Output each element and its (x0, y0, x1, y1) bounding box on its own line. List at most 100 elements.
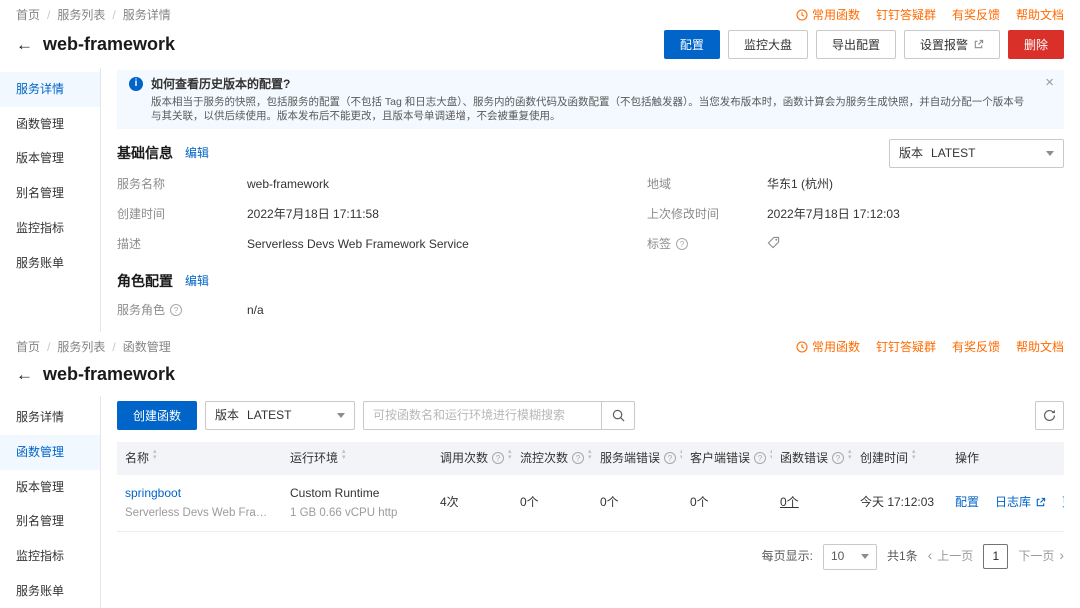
created-value: 今天 17:12:03 (852, 474, 947, 532)
monitor-dashboard-button[interactable]: 监控大盘 (727, 29, 808, 59)
info-banner: 如何查看历史版本的配置? 版本相当于服务的快照，包括服务的配置（不包括 Tag … (117, 69, 1064, 129)
sort-icon[interactable] (848, 452, 852, 464)
banner-body: 如何查看历史版本的配置? 版本相当于服务的快照，包括服务的配置（不包括 Tag … (151, 76, 1034, 123)
sidebar-item-billing[interactable]: 服务账单 (0, 574, 100, 608)
row-more-link[interactable]: 更多 (1062, 494, 1064, 511)
sort-icon[interactable] (342, 452, 346, 464)
col-throttles: 流控次数 (520, 450, 569, 465)
sidebar-item-alias-manage[interactable]: 别名管理 (0, 176, 100, 211)
runtime-sub: 1 GB 0.66 vCPU http (290, 506, 398, 519)
version-select[interactable]: 版本 LATEST (889, 138, 1064, 168)
row-logstore-link[interactable]: 日志库 (995, 494, 1046, 511)
search-input[interactable] (363, 400, 602, 430)
col-name: 名称 (125, 450, 150, 465)
refresh-button[interactable] (1035, 400, 1064, 430)
sort-icon[interactable] (680, 452, 682, 464)
topbar: 首页 服务列表 服务详情 常用函数 钉钉答疑群 有奖反馈 帮助文档 (0, 0, 1080, 28)
sidebar-item-function-manage[interactable]: 函数管理 (0, 434, 100, 470)
docs-link[interactable]: 帮助文档 (1016, 339, 1064, 356)
tag-icon (767, 236, 780, 249)
page-title: web-framework (43, 363, 176, 384)
help-icon (676, 238, 689, 251)
feedback-link[interactable]: 有奖反馈 (952, 7, 1000, 24)
tags-label: 标签 (647, 230, 767, 260)
basic-info-edit-link[interactable]: 编辑 (185, 145, 209, 162)
version-select-value: LATEST (931, 146, 976, 161)
feedback-link[interactable]: 有奖反馈 (952, 339, 1000, 356)
description-value: Serverless Devs Web Framework Service (247, 237, 469, 252)
back-arrow-icon[interactable] (16, 36, 33, 53)
common-functions-link[interactable]: 常用函数 (796, 7, 860, 24)
total-count: 共1条 (886, 549, 918, 564)
sidebar-item-function-manage[interactable]: 函数管理 (0, 107, 100, 142)
col-function-errors: 函数错误 (780, 450, 829, 465)
function-errors-link[interactable]: 0个 (780, 495, 799, 509)
export-config-button[interactable]: 导出配置 (815, 29, 896, 59)
service-page-body: 服务详情 函数管理 版本管理 别名管理 监控指标 服务账单 如何查看历史版本的配… (0, 67, 1080, 332)
topbar: 首页 服务列表 函数管理 常用函数 钉钉答疑群 有奖反馈 帮助文档 (0, 332, 1080, 360)
breadcrumb-home[interactable]: 首页 (16, 339, 40, 356)
service-content: 如何查看历史版本的配置? 版本相当于服务的快照，包括服务的配置（不包括 Tag … (101, 68, 1080, 332)
breadcrumb-home[interactable]: 首页 (16, 7, 40, 24)
col-actions: 操作 (955, 450, 980, 465)
help-icon (832, 452, 845, 465)
per-page-select[interactable]: 10 (822, 543, 877, 570)
breadcrumb-current: 函数管理 (122, 340, 171, 354)
role-config-fields: 服务角色 n/a (117, 295, 1064, 325)
invocations-value: 4次 (432, 474, 512, 532)
sort-icon[interactable] (770, 452, 772, 464)
per-page-value: 10 (830, 549, 845, 564)
col-runtime: 运行环境 (290, 450, 339, 465)
dingtalk-link[interactable]: 钉钉答疑群 (876, 7, 936, 24)
search-icon (612, 409, 625, 422)
search-box (363, 400, 636, 430)
create-function-button[interactable]: 创建函数 (117, 400, 198, 430)
sort-icon[interactable] (508, 452, 512, 464)
help-icon (492, 452, 505, 465)
role-config-title: 角色配置 (117, 272, 173, 289)
banner-text: 版本相当于服务的快照，包括服务的配置（不包括 Tag 和日志大盘）、服务内的函数… (151, 95, 1025, 122)
next-page-button[interactable]: 下一页 (1018, 548, 1064, 565)
row-config-link[interactable]: 配置 (955, 494, 979, 511)
breadcrumb-separator (47, 339, 50, 356)
sidebar-item-version-manage[interactable]: 版本管理 (0, 470, 100, 505)
breadcrumb-service-list[interactable]: 服务列表 (57, 7, 105, 24)
sort-icon[interactable] (153, 452, 157, 464)
sort-icon[interactable] (912, 452, 916, 464)
set-alarm-button[interactable]: 设置报警 (903, 29, 1000, 59)
dingtalk-link[interactable]: 钉钉答疑群 (876, 339, 936, 356)
version-select-label: 版本 (215, 408, 240, 423)
sidebar-item-metrics[interactable]: 监控指标 (0, 211, 100, 246)
docs-link[interactable]: 帮助文档 (1016, 7, 1064, 24)
sidebar-item-alias-manage[interactable]: 别名管理 (0, 504, 100, 539)
function-name-sub: Serverless Devs Web Framework Function (125, 506, 274, 519)
runtime-value: Custom Runtime (290, 485, 380, 500)
sidebar: 服务详情 函数管理 版本管理 别名管理 监控指标 服务账单 (0, 67, 101, 332)
sidebar-item-metrics[interactable]: 监控指标 (0, 539, 100, 574)
breadcrumb-service-list[interactable]: 服务列表 (57, 339, 105, 356)
prev-page-button[interactable]: 上一页 (928, 548, 973, 565)
sidebar: 服务详情 函数管理 版本管理 别名管理 监控指标 服务账单 (0, 395, 101, 608)
service-role-value: n/a (247, 302, 264, 317)
title-actions: 配置 监控大盘 导出配置 设置报警 删除 (663, 29, 1064, 59)
sort-icon[interactable] (588, 452, 592, 464)
config-button[interactable]: 配置 (663, 29, 720, 59)
external-link-icon (1036, 498, 1046, 507)
common-functions-link[interactable]: 常用函数 (796, 339, 860, 356)
sidebar-item-version-manage[interactable]: 版本管理 (0, 141, 100, 176)
region-label: 地域 (647, 177, 672, 192)
sidebar-item-service-detail[interactable]: 服务详情 (0, 400, 100, 435)
version-select[interactable]: 版本 LATEST (205, 400, 356, 430)
current-page-button[interactable]: 1 (983, 544, 1009, 570)
sidebar-item-service-detail[interactable]: 服务详情 (0, 71, 100, 107)
function-name-link[interactable]: springboot (125, 485, 274, 502)
back-arrow-icon[interactable] (16, 366, 33, 383)
close-icon[interactable] (1045, 75, 1054, 90)
role-config-edit-link[interactable]: 编辑 (185, 273, 209, 290)
clock-icon (796, 341, 808, 353)
sidebar-item-billing[interactable]: 服务账单 (0, 246, 100, 281)
help-icon (170, 304, 183, 317)
delete-button[interactable]: 删除 (1007, 29, 1064, 59)
tags-value (767, 230, 1064, 260)
search-button[interactable] (601, 400, 636, 430)
